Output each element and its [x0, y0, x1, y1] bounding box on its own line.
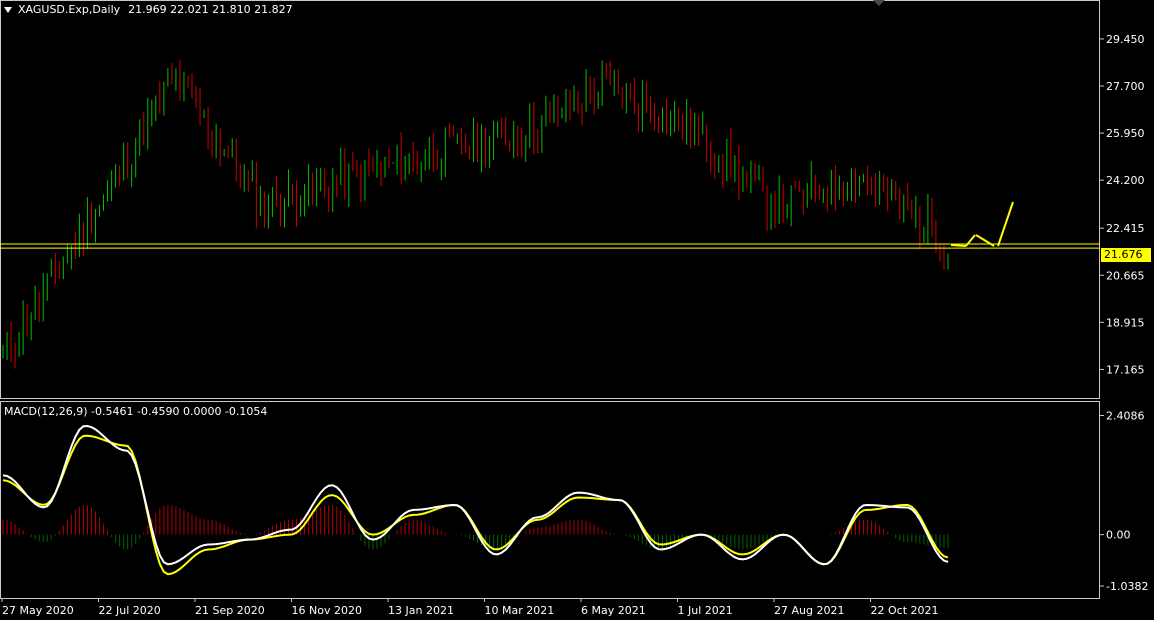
price-tick-label: 18.915 — [1106, 316, 1145, 329]
date-tick-label: 16 Nov 2020 — [292, 604, 362, 617]
macd-line — [2, 424, 949, 566]
date-tick-label: 6 May 2021 — [581, 604, 646, 617]
price-axis: 29.450 27.700 25.950 24.200 22.415 20.665 18.9… — [1100, 33, 1145, 376]
date-tick-label: 22 Jul 2020 — [99, 604, 161, 617]
trading-chart[interactable]: 29.450 27.700 25.950 24.200 22.415 20.665 18.9… — [0, 0, 1154, 620]
time-axis: 27 May 2020 22 Jul 2020 21 Sep 2020 16 Nov … — [1, 598, 939, 617]
price-tick-label: 27.700 — [1106, 80, 1145, 93]
forecast-arrow[interactable] — [997, 201, 1014, 247]
macd-tick-label: -1.0382 — [1106, 580, 1148, 593]
price-tick-label: 22.415 — [1106, 222, 1145, 235]
macd-lines — [2, 424, 949, 576]
price-tick-label: 29.450 — [1106, 33, 1145, 46]
macd-axis: 2.4086 0.00 -1.0382 — [1100, 409, 1148, 593]
chart-header: XAGUSD.Exp,Daily 21.969 22.021 21.810 21.… — [4, 3, 293, 16]
symbol-label: XAGUSD.Exp,Daily — [18, 3, 121, 16]
forecast-arrow[interactable] — [950, 244, 967, 247]
dropdown-triangle-icon[interactable] — [4, 7, 12, 13]
macd-panel[interactable]: 2.4086 0.00 -1.0382 — [0, 401, 1149, 599]
date-tick-label: 10 Mar 2021 — [485, 604, 555, 617]
candles-group — [2, 59, 949, 369]
forecast-arrows — [950, 201, 1014, 247]
date-tick-label: 27 May 2020 — [2, 604, 74, 617]
macd-panel-frame — [0, 401, 1100, 599]
date-tick-label: 21 Sep 2020 — [195, 604, 265, 617]
macd-header: MACD(12,26,9) -0.5461 -0.4590 0.0000 -0.… — [4, 405, 268, 418]
chart-shift-marker[interactable] — [873, 0, 885, 6]
current-price-tag: 21.676 — [1101, 248, 1151, 262]
date-tick-label: 13 Jan 2021 — [388, 604, 454, 617]
ohlc-values: 21.969 22.021 21.810 21.827 — [128, 3, 293, 16]
signal-line — [2, 434, 949, 576]
price-panel-frame — [0, 0, 1100, 399]
support-levels — [0, 243, 1100, 249]
macd-tick-label: 0.00 — [1106, 529, 1131, 542]
price-tick-label: 20.665 — [1106, 269, 1145, 282]
date-tick-label: 22 Oct 2021 — [871, 604, 939, 617]
price-tick-label: 24.200 — [1106, 174, 1145, 187]
macd-tick-label: 2.4086 — [1106, 409, 1145, 422]
date-tick-label: 1 Jul 2021 — [678, 604, 733, 617]
price-tick-label: 17.165 — [1106, 363, 1145, 376]
price-panel[interactable]: 29.450 27.700 25.950 24.200 22.415 20.665 18.9… — [0, 0, 1145, 399]
price-tick-label: 25.950 — [1106, 127, 1145, 140]
date-tick-label: 27 Aug 2021 — [774, 604, 844, 617]
